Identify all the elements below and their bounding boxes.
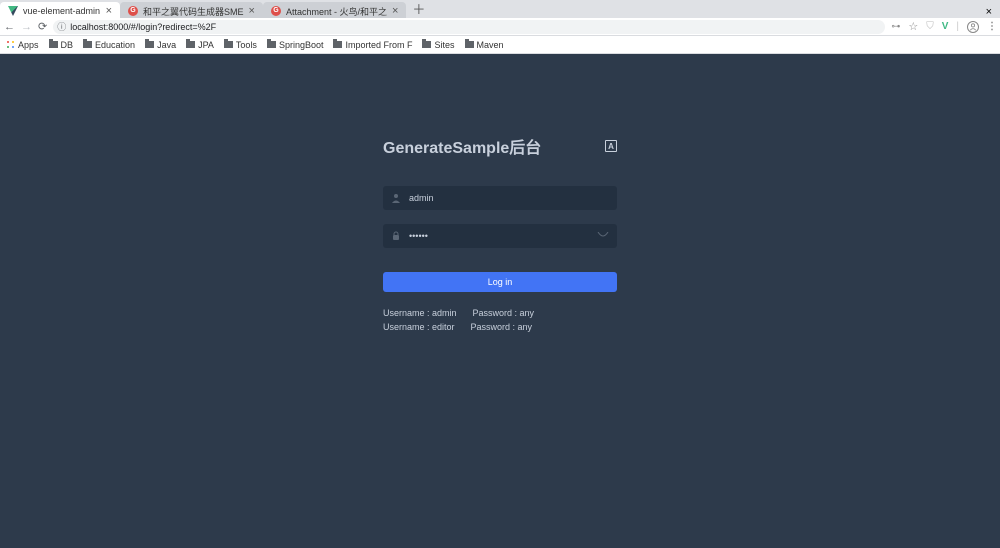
hint-password-editor: Password : any	[471, 320, 533, 334]
site-info-icon[interactable]: ⓘ	[57, 20, 66, 33]
address-bar-actions: ⊶ ☆ ⛉ V | ⋮	[891, 20, 996, 33]
tab-label: Attachment - 火鸟/和平之	[286, 5, 387, 18]
url-input[interactable]: ⓘ localhost:8000/#/login?redirect=%2F	[53, 20, 885, 34]
password-field-group	[383, 224, 617, 248]
bookmarks-bar: Apps DB Education Java JPA Tools SpringB…	[0, 36, 1000, 54]
bookmark-label: SpringBoot	[279, 40, 324, 50]
close-icon[interactable]: ×	[106, 5, 112, 17]
browser-tab[interactable]: G 和平之翼代码生成器SME ×	[120, 2, 263, 18]
apps-icon	[6, 40, 15, 49]
lock-icon	[391, 231, 401, 241]
browser-tab-active[interactable]: vue-element-admin ×	[0, 2, 120, 18]
folder-icon	[145, 41, 154, 48]
address-bar: ← → ⟳ ⓘ localhost:8000/#/login?redirect=…	[0, 18, 1000, 36]
tab-label: vue-element-admin	[23, 6, 101, 16]
browser-menu-icon[interactable]: ⋮	[987, 21, 996, 32]
bookmark-label: Tools	[236, 40, 257, 50]
bookmark-tools[interactable]: Tools	[224, 40, 257, 50]
bookmark-sites[interactable]: Sites	[422, 40, 454, 50]
favicon-vue-icon	[8, 6, 18, 16]
bookmark-label: Maven	[477, 40, 504, 50]
login-page: GenerateSample后台 A Log in Username : adm…	[0, 54, 1000, 548]
language-icon[interactable]: A	[605, 140, 617, 152]
username-input[interactable]	[409, 193, 609, 203]
url-path: :8000/#/login?redirect=%2F	[106, 22, 216, 32]
bookmark-springboot[interactable]: SpringBoot	[267, 40, 324, 50]
profile-avatar-icon[interactable]	[967, 21, 979, 33]
favicon-generator-icon: G	[128, 6, 138, 16]
forward-button[interactable]: →	[21, 21, 32, 33]
bookmark-maven[interactable]: Maven	[465, 40, 504, 50]
folder-icon	[465, 41, 474, 48]
bookmark-imported[interactable]: Imported From F	[333, 40, 412, 50]
new-tab-button[interactable]: ＋	[406, 0, 431, 18]
bookmark-label: Imported From F	[345, 40, 412, 50]
folder-icon	[267, 41, 276, 48]
toggle-password-visibility-icon[interactable]	[597, 232, 609, 240]
bookmark-db[interactable]: DB	[49, 40, 74, 50]
tab-label: 和平之翼代码生成器SME	[143, 5, 244, 18]
url-host: localhost	[70, 22, 106, 32]
bookmark-label: Education	[95, 40, 135, 50]
folder-icon	[49, 41, 58, 48]
bookmark-jpa[interactable]: JPA	[186, 40, 214, 50]
page-title: GenerateSample后台	[383, 134, 541, 158]
back-button[interactable]: ←	[4, 21, 15, 33]
bookmark-label: DB	[61, 40, 74, 50]
favicon-generator-icon: G	[271, 6, 281, 16]
folder-icon	[333, 41, 342, 48]
hint-username-editor: Username : editor	[383, 320, 455, 334]
bookmark-education[interactable]: Education	[83, 40, 135, 50]
window-close-button[interactable]: ×	[978, 6, 1000, 18]
login-button[interactable]: Log in	[383, 272, 617, 292]
bookmark-star-icon[interactable]: ☆	[908, 20, 918, 33]
user-icon	[391, 193, 401, 203]
bookmark-label: JPA	[198, 40, 214, 50]
browser-tabs-bar: vue-element-admin × G 和平之翼代码生成器SME × G A…	[0, 0, 1000, 18]
bookmark-label: Java	[157, 40, 176, 50]
close-icon[interactable]: ×	[249, 5, 255, 17]
bookmark-label: Sites	[434, 40, 454, 50]
reload-button[interactable]: ⟳	[38, 20, 47, 33]
folder-icon	[422, 41, 431, 48]
browser-tab[interactable]: G Attachment - 火鸟/和平之 ×	[263, 2, 406, 18]
bookmark-apps[interactable]: Apps	[6, 40, 39, 50]
extension-icon[interactable]: ⛉	[926, 21, 934, 32]
close-icon[interactable]: ×	[392, 5, 398, 17]
folder-icon	[83, 41, 92, 48]
password-key-icon[interactable]: ⊶	[891, 21, 900, 32]
bookmark-label: Apps	[18, 40, 39, 50]
login-hints: Username : admin Password : any Username…	[383, 306, 617, 334]
divider: |	[956, 21, 959, 32]
vue-devtools-icon[interactable]: V	[942, 21, 949, 32]
username-field-group	[383, 186, 617, 210]
password-input[interactable]	[409, 231, 589, 241]
hint-password-admin: Password : any	[473, 306, 535, 320]
folder-icon	[186, 41, 195, 48]
folder-icon	[224, 41, 233, 48]
hint-username-admin: Username : admin	[383, 306, 457, 320]
bookmark-java[interactable]: Java	[145, 40, 176, 50]
